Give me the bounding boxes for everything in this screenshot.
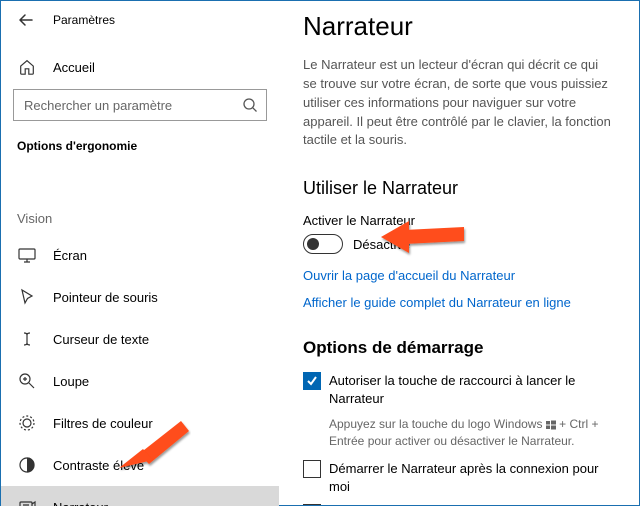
mouse-pointer-icon [17, 287, 37, 307]
section-header: Options d'ergonomie [1, 139, 279, 171]
group-vision-label: Vision [1, 171, 279, 234]
page-description: Le Narrateur est un lecteur d'écran qui … [303, 56, 615, 150]
window-title: Paramètres [53, 13, 115, 27]
nav-list: Écran Pointeur de souris Curseur de text… [1, 234, 279, 506]
sidebar-item-label: Contraste élevé [53, 458, 144, 473]
checkbox-shortcut-row: Autoriser la touche de raccourci à lance… [303, 372, 615, 408]
narrator-toggle-row: Désactivé [303, 234, 615, 254]
display-icon [17, 245, 37, 265]
search-box[interactable] [13, 89, 267, 121]
sidebar-item-display[interactable]: Écran [1, 234, 279, 276]
checkbox-before-login-row: Démarrer le Narrateur avant la connexion… [303, 504, 615, 505]
sidebar-item-magnifier[interactable]: Loupe [1, 360, 279, 402]
toggle-knob [307, 238, 319, 250]
narrator-icon [17, 497, 37, 506]
use-narrator-heading: Utiliser le Narrateur [303, 178, 615, 199]
home-label: Accueil [53, 60, 95, 75]
checkbox-before-login[interactable] [303, 504, 321, 505]
link-narrator-guide[interactable]: Afficher le guide complet du Narrateur e… [303, 295, 615, 310]
sidebar-item-color-filters[interactable]: Filtres de couleur [1, 402, 279, 444]
sidebar-item-label: Curseur de texte [53, 332, 149, 347]
checkbox-shortcut-label: Autoriser la touche de raccourci à lance… [329, 372, 615, 408]
sidebar: Paramètres Accueil Options d'ergonomie V… [1, 1, 279, 505]
checkbox-shortcut-hint: Appuyez sur la touche du logo Windows + … [329, 416, 615, 450]
checkbox-before-login-label: Démarrer le Narrateur avant la connexion… [329, 504, 615, 505]
sidebar-item-mouse-pointer[interactable]: Pointeur de souris [1, 276, 279, 318]
startup-options-heading: Options de démarrage [303, 338, 615, 358]
sidebar-item-label: Filtres de couleur [53, 416, 153, 431]
narrator-toggle[interactable] [303, 234, 343, 254]
main: Narrateur Le Narrateur est un lecteur d'… [279, 1, 639, 505]
home-button[interactable]: Accueil [1, 49, 279, 85]
sidebar-item-label: Écran [53, 248, 87, 263]
sidebar-item-text-cursor[interactable]: Curseur de texte [1, 318, 279, 360]
back-button[interactable] [17, 11, 35, 29]
search-input[interactable] [22, 97, 242, 114]
settings-window: Paramètres Accueil Options d'ergonomie V… [0, 0, 640, 506]
toggle-state: Désactivé [353, 237, 410, 252]
checkbox-after-login-row: Démarrer le Narrateur après la connexion… [303, 460, 615, 496]
magnifier-icon [17, 371, 37, 391]
checkbox-shortcut[interactable] [303, 372, 321, 390]
checkbox-after-login[interactable] [303, 460, 321, 478]
checkbox-after-login-label: Démarrer le Narrateur après la connexion… [329, 460, 615, 496]
sidebar-item-label: Loupe [53, 374, 89, 389]
titlebar: Paramètres [1, 9, 279, 49]
windows-key-icon [546, 420, 556, 430]
sidebar-item-label: Narrateur [53, 500, 108, 506]
high-contrast-icon [17, 455, 37, 475]
search-icon [242, 97, 258, 113]
color-filters-icon [17, 413, 37, 433]
toggle-label: Activer le Narrateur [303, 213, 615, 228]
sidebar-item-label: Pointeur de souris [53, 290, 158, 305]
sidebar-item-narrator[interactable]: Narrateur [1, 486, 279, 506]
home-icon [17, 57, 37, 77]
sidebar-item-high-contrast[interactable]: Contraste élevé [1, 444, 279, 486]
text-cursor-icon [17, 329, 37, 349]
page-title: Narrateur [303, 11, 615, 42]
link-narrator-home[interactable]: Ouvrir la page d'accueil du Narrateur [303, 268, 615, 283]
